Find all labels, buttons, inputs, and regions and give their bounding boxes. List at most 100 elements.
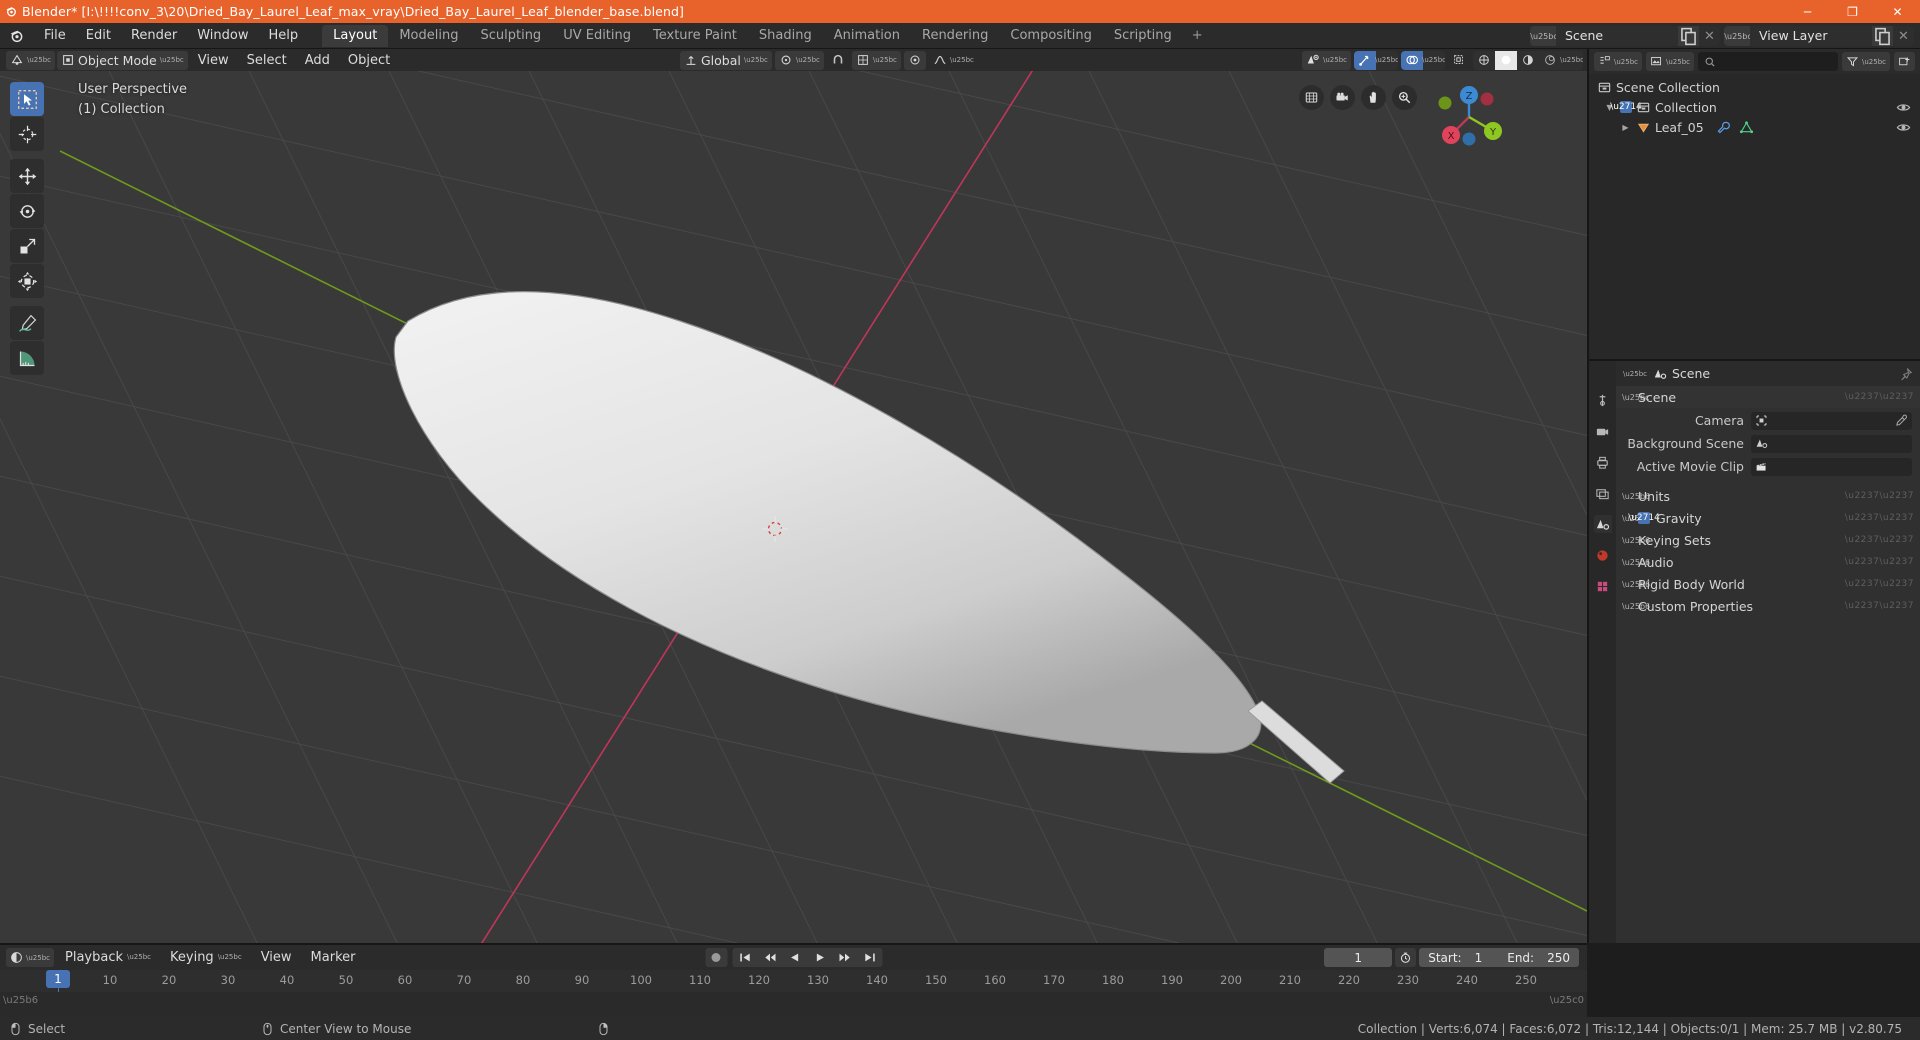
scene-icon[interactable]: \u25bc	[1530, 26, 1558, 46]
play-reverse-button[interactable]	[782, 948, 807, 967]
pin-icon[interactable]	[1899, 367, 1913, 381]
proportional-falloff-selector[interactable]: \u25bc	[929, 51, 978, 70]
overlays-icon[interactable]	[1401, 50, 1423, 70]
pivot-point-selector[interactable]: \u25bc	[774, 50, 824, 70]
timeline-menu-marker[interactable]: Marker	[303, 948, 364, 967]
workspace-tab-shading[interactable]: Shading	[748, 25, 823, 47]
viewport-menu-add[interactable]: Add	[297, 51, 338, 70]
workspace-tab-animation[interactable]: Animation	[823, 25, 911, 47]
auto-keying-record-icon[interactable]	[705, 948, 727, 967]
snap-target-selector[interactable]: \u25bc	[851, 50, 901, 70]
timeline-menu-playback[interactable]: Playback \u25bc	[57, 948, 159, 967]
jump-to-end-button[interactable]	[857, 948, 882, 967]
expand-arrow-icon[interactable]: ▶	[1619, 123, 1632, 132]
panel-header-custom-properties[interactable]: \u25b6 Custom Properties \u2237\u2237	[1616, 595, 1920, 617]
timeline-scroll-right-icon[interactable]: \u25c0	[1550, 995, 1584, 1006]
end-value[interactable]: 250	[1547, 951, 1570, 965]
gizmo-icon[interactable]	[1354, 50, 1376, 70]
next-keyframe-button[interactable]	[832, 948, 857, 967]
annotate-tool[interactable]	[10, 306, 44, 340]
view-layer-name[interactable]: View Layer	[1750, 26, 1872, 46]
eyedropper-icon[interactable]	[1895, 414, 1908, 427]
object-mode-selector[interactable]: Object Mode \u25bc	[57, 50, 188, 70]
render-properties-tab[interactable]	[1594, 422, 1612, 440]
rendered-shading-icon[interactable]	[1539, 51, 1561, 70]
outliner-row-leaf05[interactable]: ▶ Leaf_05	[1589, 117, 1920, 137]
viewport-menu-view[interactable]: View	[190, 51, 237, 70]
menu-render[interactable]: Render	[121, 25, 187, 47]
material-preview-icon[interactable]	[1517, 51, 1539, 70]
3d-viewport[interactable]: User Perspective (1) Collection Z X Y	[0, 71, 1587, 943]
background-scene-field[interactable]	[1751, 434, 1912, 453]
scene-properties-tab[interactable]	[1593, 515, 1612, 533]
xray-toggle-icon[interactable]	[1448, 51, 1470, 70]
object-visibility-selector[interactable]: \u25bc	[1302, 50, 1351, 70]
view-layer-icon[interactable]: \u25bc	[1724, 26, 1752, 46]
editor-type-timeline-icon[interactable]: \u25bc	[6, 948, 54, 967]
playhead-frame-indicator[interactable]: 1	[46, 970, 70, 988]
chevron-down-icon[interactable]: \u25bc	[1623, 370, 1647, 378]
toggle-orthographic-icon[interactable]	[1299, 85, 1324, 110]
timeline-menu-keying[interactable]: Keying \u25bc	[162, 948, 250, 967]
zoom-view-icon[interactable]	[1392, 85, 1417, 110]
mesh-data-icon[interactable]	[1739, 120, 1754, 135]
start-value[interactable]: 1	[1475, 951, 1483, 965]
workspace-tab-scripting[interactable]: Scripting	[1103, 25, 1183, 47]
visibility-eye-icon[interactable]	[1896, 120, 1911, 135]
use-preview-range-icon[interactable]	[1395, 948, 1417, 967]
scene-selector[interactable]: \u25bc Scene ✕	[1530, 26, 1720, 46]
outliner-row-collection[interactable]: ▼ \u2714 Collection	[1589, 97, 1920, 117]
panel-header-units[interactable]: \u25b6 Units \u2237\u2237	[1616, 485, 1920, 507]
snap-magnet-toggle[interactable]	[827, 51, 849, 70]
new-scene-icon[interactable]	[1678, 26, 1699, 46]
timeline-ruler[interactable]: 1 10 20 30 40 50 60 70 80 90 100 110 120…	[0, 970, 1587, 1017]
workspace-tab-sculpting[interactable]: Sculpting	[469, 25, 552, 47]
timeline-channel-area[interactable]	[0, 992, 1587, 1017]
timeline-scroll-left-icon[interactable]: \u25b6	[3, 995, 38, 1006]
measure-tool[interactable]	[10, 341, 44, 375]
panel-header-gravity[interactable]: \u25b6 \u2714 Gravity \u2237\u2237	[1616, 507, 1920, 529]
scale-tool[interactable]	[10, 229, 44, 263]
menu-help[interactable]: Help	[259, 25, 309, 47]
outliner-search-input[interactable]	[1698, 52, 1838, 71]
overlays-dropdown[interactable]: \u25bc	[1422, 51, 1445, 70]
remove-view-layer-button[interactable]: ✕	[1893, 26, 1914, 46]
properties-editor[interactable]: \u25bc Scene \u25bc Scene \u2237\u2237 C…	[1589, 361, 1920, 943]
play-button[interactable]	[807, 948, 832, 967]
jump-to-start-button[interactable]	[732, 948, 757, 967]
add-workspace-button[interactable]: +	[1183, 25, 1212, 47]
output-properties-tab[interactable]	[1594, 453, 1612, 471]
transform-orientation-selector[interactable]: Global \u25bc	[680, 50, 772, 70]
prev-keyframe-button[interactable]	[757, 948, 782, 967]
outliner-row-scene-collection[interactable]: Scene Collection	[1589, 77, 1920, 97]
gizmo-dropdown[interactable]: \u25bc	[1375, 51, 1398, 70]
view-layer-properties-tab[interactable]	[1594, 484, 1612, 502]
new-collection-icon[interactable]	[1894, 52, 1915, 71]
minimize-button[interactable]: ─	[1785, 0, 1830, 23]
tweak-select-box-tool[interactable]	[10, 82, 44, 116]
scene-name[interactable]: Scene	[1556, 26, 1678, 46]
workspace-tab-compositing[interactable]: Compositing	[999, 25, 1103, 47]
cursor-tool[interactable]	[10, 117, 44, 151]
workspace-tab-layout[interactable]: Layout	[322, 24, 389, 47]
blender-menu-logo-icon[interactable]	[0, 28, 34, 44]
panel-header-audio[interactable]: \u25b6 Audio \u2237\u2237	[1616, 551, 1920, 573]
visibility-eye-icon[interactable]	[1896, 100, 1911, 115]
tool-properties-tab[interactable]	[1594, 391, 1612, 409]
gravity-checkbox[interactable]: \u2714	[1628, 512, 1660, 524]
outliner-display-mode[interactable]: \u25bc	[1646, 52, 1694, 71]
active-movie-clip-field[interactable]	[1751, 457, 1912, 476]
panel-header-scene[interactable]: \u25bc Scene \u2237\u2237	[1616, 386, 1920, 408]
transform-tool[interactable]	[10, 264, 44, 298]
panel-header-rigid-body-world[interactable]: \u25b6 Rigid Body World \u2237\u2237	[1616, 573, 1920, 595]
modifier-wrench-icon[interactable]	[1716, 120, 1731, 135]
menu-edit[interactable]: Edit	[76, 25, 121, 47]
rotate-tool[interactable]	[10, 194, 44, 228]
camera-view-icon[interactable]	[1330, 85, 1355, 110]
outliner-editor[interactable]: \u25bc \u25bc \u25bc Scene Collection ▼ …	[1589, 49, 1920, 359]
panel-header-keying-sets[interactable]: \u25b6 Keying Sets \u2237\u2237	[1616, 529, 1920, 551]
object-properties-tab[interactable]	[1594, 577, 1612, 595]
view-layer-selector[interactable]: \u25bc View Layer ✕	[1724, 26, 1914, 46]
shading-dropdown[interactable]: \u25bc	[1560, 51, 1583, 70]
maximize-button[interactable]: ❐	[1830, 0, 1875, 23]
